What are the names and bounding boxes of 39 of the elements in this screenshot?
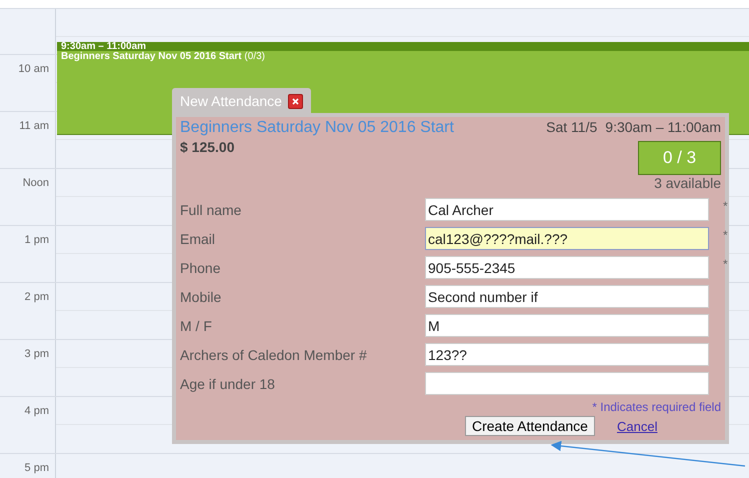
- field-label: Age if under 18: [180, 376, 276, 392]
- hour-label: 4 pm: [24, 405, 49, 418]
- hour-label: 5 pm: [24, 462, 49, 475]
- capacity-badge: 0 / 3: [638, 141, 721, 175]
- field-label: M / F: [180, 318, 213, 334]
- create-button[interactable]: Create Attendance: [465, 416, 595, 436]
- event-title: Beginners Saturday Nov 05 2016 Start (0/3): [60, 51, 266, 62]
- field-label: Archers of Caledon Member #: [180, 346, 368, 362]
- required-mark: *: [723, 199, 728, 213]
- input-field[interactable]: 905-555-2345: [425, 256, 709, 279]
- event-time: 9:30am – 11:00am: [605, 119, 721, 135]
- dialog-tab: New Attendance: [172, 88, 311, 113]
- close-button[interactable]: [288, 94, 303, 108]
- close-icon: [292, 98, 299, 104]
- hour-label: 2 pm: [24, 291, 49, 304]
- hour-label: 1 pm: [24, 234, 49, 247]
- event-date: Sat 11/5: [546, 119, 598, 135]
- input-field[interactable]: [425, 372, 709, 395]
- event-time: 9:30am – 11:00am: [57, 42, 749, 51]
- input-field[interactable]: Second number if: [425, 285, 709, 308]
- price-text: $ 125.00: [180, 139, 236, 155]
- field-label: Full name: [180, 202, 242, 218]
- required-mark: *: [723, 228, 728, 242]
- cancel-link[interactable]: Cancel: [616, 418, 658, 434]
- event-title: Beginners Saturday Nov 05 2016 Start: [180, 119, 455, 137]
- field-label: Mobile: [180, 288, 222, 304]
- hour-label: Noon: [22, 177, 49, 190]
- field-label: Phone: [180, 260, 222, 276]
- field-label: Email: [180, 230, 216, 246]
- available-text: 3 available: [654, 175, 721, 191]
- input-field[interactable]: 123??: [425, 343, 709, 366]
- hour-label: 11 am: [19, 120, 49, 133]
- required-mark: *: [723, 257, 728, 271]
- input-field[interactable]: Cal Archer: [425, 198, 709, 221]
- hour-label: 10 am: [18, 63, 49, 76]
- input-field[interactable]: M: [425, 314, 709, 337]
- required-note: * Indicates required field: [592, 400, 721, 414]
- input-field[interactable]: cal123@????mail.???: [425, 227, 709, 250]
- hour-label: 3 pm: [24, 348, 49, 361]
